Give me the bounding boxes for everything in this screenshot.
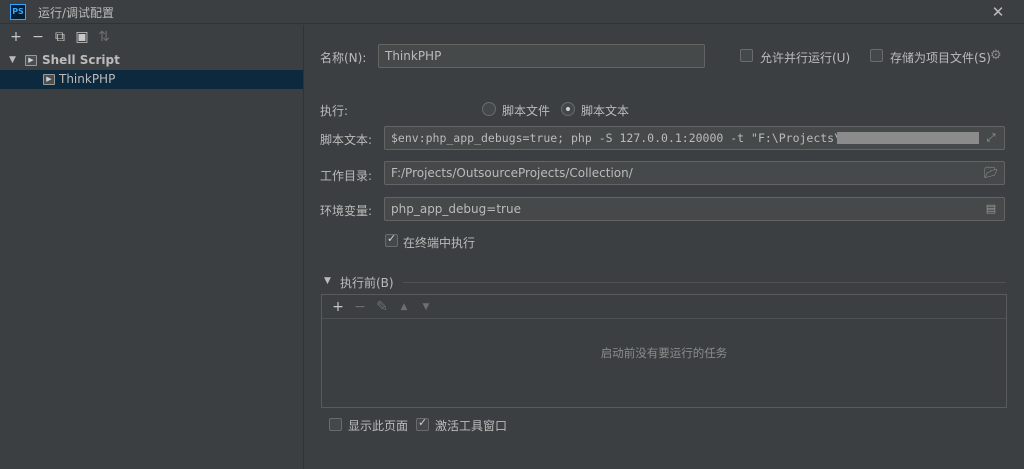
script-text-radio-label: 脚本文本: [581, 104, 630, 118]
arrow-up-icon: ▲: [400, 301, 408, 312]
run-in-terminal-label: 在终端中执行: [403, 236, 476, 250]
before-launch-label[interactable]: 执行前(B): [340, 274, 394, 291]
pencil-icon: ✎: [376, 298, 388, 315]
sort-icon: ⇅: [98, 29, 110, 45]
activate-tool-window-checkbox[interactable]: [416, 416, 429, 431]
add-task-button[interactable]: +: [328, 297, 348, 317]
window-title: 运行/调试配置: [38, 6, 115, 20]
phpstorm-logo-icon: PS: [10, 4, 26, 20]
shell-script-icon: ▶: [43, 74, 55, 85]
tree-item-thinkphp[interactable]: ▶ ThinkPHP: [0, 70, 303, 89]
tree-toolbar: + − ⧉ ▣ ⇅: [0, 25, 303, 49]
folder-icon[interactable]: 📂︎: [983, 165, 999, 181]
empty-task-list-text: 启动前没有要运行的任务: [600, 346, 728, 360]
script-text-value: $env:php_app_debugs=true; php -S 127.0.0…: [391, 131, 842, 145]
plus-icon: +: [332, 298, 344, 315]
run-in-terminal-checkbox[interactable]: [385, 232, 398, 247]
redacted-area: [837, 132, 979, 144]
name-field[interactable]: ThinkPHP: [378, 44, 705, 68]
section-divider: [403, 282, 1006, 283]
arrow-down-icon: ▼: [422, 301, 430, 312]
env-field[interactable]: php_app_debug=true: [384, 197, 1005, 221]
minus-icon: −: [32, 29, 44, 45]
execute-label: 执行:: [320, 104, 349, 118]
script-file-label: 脚本文件: [502, 104, 551, 118]
remove-configuration-button[interactable]: −: [28, 27, 48, 47]
tree-item-label: ThinkPHP: [59, 72, 116, 86]
workdir-field[interactable]: F:/Projects/OutsourceProjects/Collection…: [384, 161, 1005, 185]
chevron-down-icon[interactable]: ▼: [9, 51, 16, 70]
show-page-label: 显示此页面: [348, 419, 409, 433]
store-as-project-label: 存储为项目文件(S): [890, 51, 991, 65]
configuration-tree-pane: + − ⧉ ▣ ⇅ ▼ ▶ Shell Script ▶ ThinkPHP: [0, 25, 304, 469]
remove-task-button[interactable]: −: [350, 297, 370, 317]
allow-parallel-label: 允许并行运行(U): [760, 51, 851, 65]
folder-icon: ▣: [75, 29, 89, 45]
move-up-button[interactable]: ▲: [394, 297, 414, 317]
before-launch-toolbar: + − ✎ ▲ ▼: [322, 295, 1006, 319]
sort-button[interactable]: ⇅: [94, 27, 114, 47]
script-file-radio[interactable]: [482, 102, 496, 116]
move-to-folder-button[interactable]: ▣: [72, 27, 92, 47]
add-configuration-button[interactable]: +: [6, 27, 26, 47]
close-icon: ✕: [991, 3, 1005, 21]
move-down-button[interactable]: ▼: [416, 297, 436, 317]
minus-icon: −: [354, 298, 366, 315]
gear-icon[interactable]: ⚙: [990, 48, 1002, 63]
allow-parallel-checkbox[interactable]: [740, 49, 753, 62]
script-text-radio[interactable]: [561, 102, 575, 116]
configuration-form: 名称(N): ThinkPHP 允许并行运行(U) 存储为项目文件(S) ⚙ 执…: [305, 25, 1024, 469]
tree-group-shell-script[interactable]: ▼ ▶ Shell Script: [0, 51, 303, 70]
show-page-checkbox[interactable]: [329, 418, 342, 431]
document-icon[interactable]: ▤: [983, 201, 999, 217]
expand-icon[interactable]: ⤢: [983, 130, 999, 146]
before-launch-panel: + − ✎ ▲ ▼ 启动前没有要运行的任务: [321, 294, 1007, 408]
env-label: 环境变量:: [320, 204, 373, 218]
close-button[interactable]: ✕: [988, 2, 1008, 22]
edit-task-button[interactable]: ✎: [372, 297, 392, 317]
script-text-label: 脚本文本:: [320, 133, 373, 147]
plus-icon: +: [10, 29, 22, 45]
shell-script-icon: ▶: [25, 55, 37, 66]
activate-tool-window-label: 激活工具窗口: [435, 419, 508, 433]
copy-configuration-button[interactable]: ⧉: [50, 27, 70, 47]
copy-icon: ⧉: [55, 29, 65, 45]
title-bar: PS 运行/调试配置 ✕: [0, 0, 1024, 24]
chevron-down-icon[interactable]: ▼: [324, 276, 331, 286]
name-label: 名称(N):: [320, 51, 367, 65]
store-as-project-checkbox[interactable]: [870, 49, 883, 62]
tree-group-label: Shell Script: [42, 53, 120, 67]
workdir-label: 工作目录:: [320, 169, 373, 183]
